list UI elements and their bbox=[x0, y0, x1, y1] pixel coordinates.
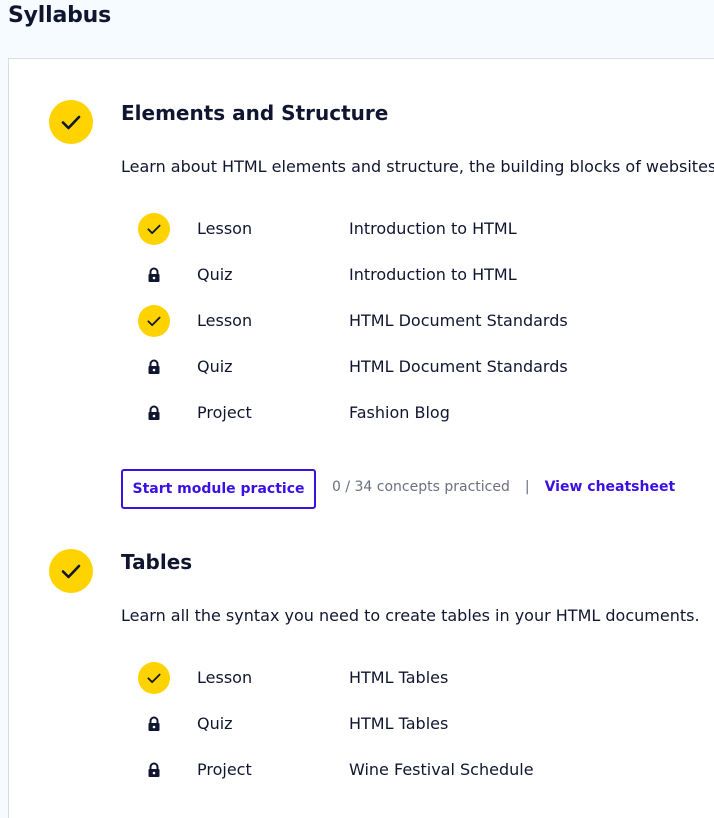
item-name[interactable]: Fashion Blog bbox=[349, 403, 450, 422]
check-icon bbox=[147, 673, 161, 684]
item-type: Project bbox=[197, 403, 252, 422]
item-type: Quiz bbox=[197, 714, 233, 733]
syllabus-item[interactable]: Project Fashion Blog bbox=[121, 396, 681, 430]
module-description: Learn about HTML elements and structure,… bbox=[121, 157, 714, 176]
syllabus-item[interactable]: Quiz Introduction to HTML bbox=[121, 258, 681, 292]
item-name[interactable]: Introduction to HTML bbox=[349, 265, 517, 284]
item-type: Quiz bbox=[197, 357, 233, 376]
lock-icon bbox=[148, 762, 160, 777]
complete-status bbox=[138, 305, 170, 337]
syllabus-item[interactable]: Quiz HTML Tables bbox=[121, 707, 681, 741]
concepts-practiced-count: 0 / 34 concepts practiced bbox=[332, 479, 510, 495]
complete-status bbox=[138, 213, 170, 245]
item-name[interactable]: Introduction to HTML bbox=[349, 219, 517, 238]
start-module-practice-button[interactable]: Start module practice bbox=[121, 469, 316, 509]
locked-status bbox=[138, 351, 170, 383]
syllabus-item[interactable]: Quiz HTML Document Standards bbox=[121, 350, 681, 384]
locked-status bbox=[138, 708, 170, 740]
item-type: Project bbox=[197, 760, 252, 779]
item-type: Quiz bbox=[197, 265, 233, 284]
locked-status bbox=[138, 754, 170, 786]
separator: | bbox=[524, 479, 530, 495]
module-title[interactable]: Elements and Structure bbox=[121, 101, 388, 125]
syllabus-card: Elements and Structure Learn about HTML … bbox=[8, 58, 714, 818]
item-type: Lesson bbox=[197, 668, 253, 687]
check-icon bbox=[147, 224, 161, 235]
locked-status bbox=[138, 259, 170, 291]
syllabus-item[interactable]: Lesson HTML Tables bbox=[121, 661, 681, 695]
syllabus-item[interactable]: Lesson Introduction to HTML bbox=[121, 212, 681, 246]
syllabus-item[interactable]: Project Wine Festival Schedule bbox=[121, 753, 681, 787]
item-name[interactable]: HTML Tables bbox=[349, 668, 448, 687]
lock-icon bbox=[148, 359, 160, 374]
lock-icon bbox=[148, 267, 160, 282]
item-name[interactable]: HTML Document Standards bbox=[349, 357, 568, 376]
item-name[interactable]: HTML Tables bbox=[349, 714, 448, 733]
complete-status bbox=[138, 662, 170, 694]
page-title: Syllabus bbox=[8, 3, 112, 28]
practice-meta: 0 / 34 concepts practiced | View cheatsh… bbox=[332, 479, 675, 495]
module-title[interactable]: Tables bbox=[121, 550, 192, 574]
module-complete-badge bbox=[49, 100, 93, 144]
lock-icon bbox=[148, 405, 160, 420]
view-cheatsheet-link[interactable]: View cheatsheet bbox=[545, 479, 676, 495]
check-icon bbox=[61, 115, 81, 130]
item-name[interactable]: HTML Document Standards bbox=[349, 311, 568, 330]
item-name[interactable]: Wine Festival Schedule bbox=[349, 760, 534, 779]
module-complete-badge bbox=[49, 549, 93, 593]
syllabus-item[interactable]: Lesson HTML Document Standards bbox=[121, 304, 681, 338]
item-type: Lesson bbox=[197, 311, 253, 330]
check-icon bbox=[147, 316, 161, 327]
module-description: Learn all the syntax you need to create … bbox=[121, 606, 700, 625]
check-icon bbox=[61, 564, 81, 579]
item-type: Lesson bbox=[197, 219, 253, 238]
locked-status bbox=[138, 397, 170, 429]
lock-icon bbox=[148, 716, 160, 731]
